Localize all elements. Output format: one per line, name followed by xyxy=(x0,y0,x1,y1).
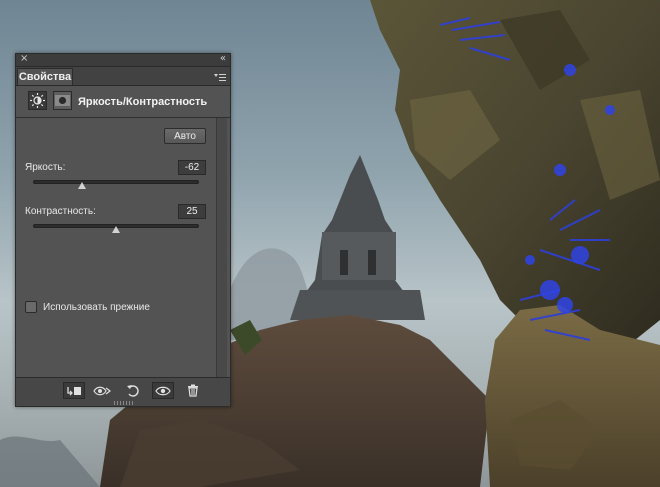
panel-scrollbar[interactable] xyxy=(216,118,227,380)
toggle-visibility-button[interactable] xyxy=(152,382,174,399)
auto-button[interactable]: Авто xyxy=(164,128,206,144)
panel-content: Авто Яркость: -62 Контрастность: 25 Испо… xyxy=(16,118,216,380)
reset-icon xyxy=(127,384,139,397)
resize-grip[interactable] xyxy=(114,401,134,405)
brightness-label: Яркость: xyxy=(25,162,66,173)
brightness-slider-thumb[interactable] xyxy=(77,182,86,189)
panel-bottom-toolbar xyxy=(16,377,230,406)
panel-title-bar[interactable]: × « xyxy=(16,53,230,67)
properties-panel: × « Свойства Яркость/Контрастность Авто … xyxy=(15,53,231,407)
brightness-value-input[interactable]: -62 xyxy=(178,160,206,175)
use-legacy-checkbox[interactable] xyxy=(25,301,37,313)
contrast-value-input[interactable]: 25 xyxy=(178,204,206,219)
close-icon[interactable]: × xyxy=(20,53,28,65)
use-legacy-label: Использовать прежние xyxy=(43,302,150,313)
temple-tower xyxy=(290,155,425,320)
contrast-label: Контрастность: xyxy=(25,206,96,217)
collapse-icon[interactable]: « xyxy=(220,53,226,65)
tab-bar: Свойства xyxy=(16,67,230,86)
panel-menu-icon[interactable] xyxy=(214,70,226,81)
tab-properties[interactable]: Свойства xyxy=(17,68,73,85)
adjustment-title: Яркость/Контрастность xyxy=(78,96,208,108)
delete-button[interactable] xyxy=(182,382,204,399)
contrast-slider-thumb[interactable] xyxy=(112,226,120,233)
eye-icon xyxy=(155,386,171,395)
layer-mask-icon[interactable] xyxy=(53,91,72,110)
brightness-slider-track[interactable] xyxy=(33,180,199,184)
trash-icon xyxy=(188,384,198,397)
view-previous-state-icon xyxy=(93,386,111,395)
reset-button[interactable] xyxy=(122,382,144,399)
adjustment-header: Яркость/Контрастность xyxy=(16,86,230,118)
view-previous-state-button[interactable] xyxy=(91,382,113,399)
clip-to-layer-button[interactable] xyxy=(63,382,85,399)
clip-to-layer-icon xyxy=(67,386,81,395)
brightness-contrast-icon[interactable] xyxy=(28,91,47,110)
